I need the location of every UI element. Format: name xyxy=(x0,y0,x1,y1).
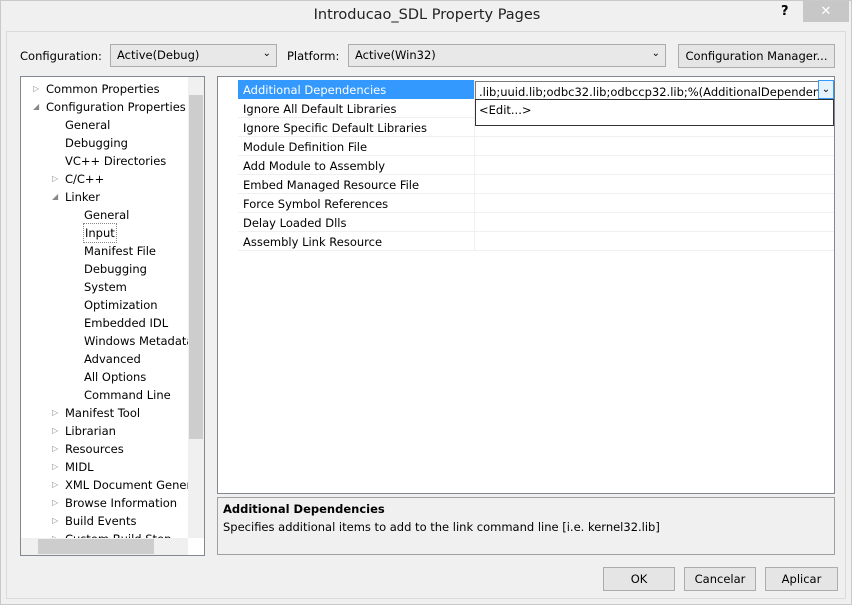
property-grid: Assembly Link Resource Delay Loaded Dlls F… xyxy=(217,76,835,494)
tree-item-label: Command Line xyxy=(84,388,171,402)
tree-item-label: General xyxy=(84,208,130,222)
description-panel: Additional Dependencies Specifies additi… xyxy=(217,497,835,555)
dropdown-option-edit[interactable]: <Edit...> xyxy=(479,103,532,117)
close-button[interactable]: ✕ xyxy=(803,1,849,22)
apply-button[interactable]: Aplicar xyxy=(765,567,838,591)
property-name: Assembly Link Resource xyxy=(238,232,475,251)
property-row[interactable]: Force Symbol References xyxy=(238,194,834,213)
vertical-scrollbar[interactable] xyxy=(188,77,204,538)
expand-arrow-icon[interactable]: ▷ xyxy=(52,440,58,458)
expand-arrow-icon[interactable]: ▷ xyxy=(52,170,58,188)
tree-item-label: Browse Information xyxy=(65,496,178,510)
tree-item-label: General xyxy=(65,118,111,132)
tree-item-label: Linker xyxy=(65,190,100,204)
tree-item-label: Optimization xyxy=(84,298,158,312)
scrollbar-thumb[interactable] xyxy=(38,539,154,554)
tree-item-label: Librarian xyxy=(65,424,116,438)
tree-item-label: VC++ Directories xyxy=(65,154,167,168)
tree-item-label: Common Properties xyxy=(46,82,160,96)
property-row[interactable]: Add Module to Assembly xyxy=(238,156,834,175)
property-name: Ignore All Default Libraries xyxy=(238,99,475,118)
dropdown-button[interactable]: ⌄ xyxy=(818,80,834,99)
tree-item-label: Input xyxy=(83,223,117,243)
expand-arrow-icon[interactable]: ▷ xyxy=(33,80,39,98)
property-row[interactable]: Embed Managed Resource File xyxy=(238,175,834,194)
tree-item-label: XML Document Genera xyxy=(65,478,199,492)
tree-item-label: Resources xyxy=(65,442,124,456)
description-title: Additional Dependencies xyxy=(223,502,385,516)
tree-item-label: MIDL xyxy=(65,460,94,474)
collapse-arrow-icon[interactable]: ◢ xyxy=(33,98,39,116)
tree-item-label: C/C++ xyxy=(65,172,105,186)
tree-item-label: System xyxy=(84,280,127,294)
property-name: Force Symbol References xyxy=(238,194,475,213)
expand-arrow-icon[interactable]: ▷ xyxy=(52,476,58,494)
platform-select[interactable]: Active(Win32) ⌄ xyxy=(348,44,666,67)
tree-item-label: Configuration Properties xyxy=(46,100,186,114)
configuration-manager-button[interactable]: Configuration Manager... xyxy=(678,44,835,68)
expand-arrow-icon[interactable]: ▷ xyxy=(52,422,58,440)
tree-item-label: Advanced xyxy=(84,352,141,366)
property-row[interactable]: Delay Loaded Dlls xyxy=(238,213,834,232)
window-title: Introducao_SDL Property Pages xyxy=(313,7,541,23)
property-row[interactable]: Module Definition File xyxy=(238,137,834,156)
tree-item-label: Manifest Tool xyxy=(65,406,141,420)
tree-item-label: Embedded IDL xyxy=(84,316,169,330)
collapse-arrow-icon[interactable]: ◢ xyxy=(52,188,58,206)
platform-label: Platform: xyxy=(287,49,340,63)
expand-arrow-icon[interactable]: ▷ xyxy=(52,512,58,530)
description-text: Specifies additional items to add to the… xyxy=(223,520,660,534)
chevron-down-icon: ⌄ xyxy=(262,48,271,59)
property-pages-dialog: Introducao_SDL Property Pages ? ✕ Config… xyxy=(0,0,852,605)
configuration-value: Active(Debug) xyxy=(117,48,200,62)
expand-arrow-icon[interactable]: ▷ xyxy=(52,404,58,422)
property-name: Ignore Specific Default Libraries xyxy=(238,118,475,137)
additional-dependencies-input[interactable]: .lib;uuid.lib;odbc32.lib;odbccp32.lib;%(… xyxy=(475,81,835,100)
property-name: Module Definition File xyxy=(238,137,475,156)
tree-item-label: Windows Metadata xyxy=(84,334,194,348)
platform-value: Active(Win32) xyxy=(355,48,436,62)
help-button[interactable]: ? xyxy=(781,4,789,19)
tree-item-label: All Options xyxy=(84,370,147,384)
tree-item-label: Build Events xyxy=(65,514,137,528)
property-row[interactable]: Assembly Link Resource xyxy=(238,232,834,251)
tree-item-label: Manifest File xyxy=(84,244,156,258)
scrollbar-thumb[interactable] xyxy=(189,95,203,439)
expand-arrow-icon[interactable]: ▷ xyxy=(52,458,58,476)
tree-item-label: Debugging xyxy=(65,136,128,150)
edit-dropdown-list[interactable]: <Edit...> xyxy=(475,99,834,126)
settings-tree[interactable]: ▷Custom Build Step▷Build Events▷Browse I… xyxy=(20,76,205,556)
ok-button[interactable]: OK xyxy=(603,567,675,591)
tree-item-label: Debugging xyxy=(84,262,147,276)
chevron-down-icon: ⌄ xyxy=(651,48,660,59)
property-name: Delay Loaded Dlls xyxy=(238,213,475,232)
horizontal-scrollbar[interactable] xyxy=(21,538,188,555)
configuration-label: Configuration: xyxy=(20,49,102,63)
property-name: Additional Dependencies xyxy=(238,80,475,99)
property-name: Embed Managed Resource File xyxy=(238,175,475,194)
expand-arrow-icon[interactable]: ▷ xyxy=(52,494,58,512)
property-name: Add Module to Assembly xyxy=(238,156,475,175)
configuration-select[interactable]: Active(Debug) ⌄ xyxy=(110,44,277,67)
cancel-button[interactable]: Cancelar xyxy=(684,567,756,591)
